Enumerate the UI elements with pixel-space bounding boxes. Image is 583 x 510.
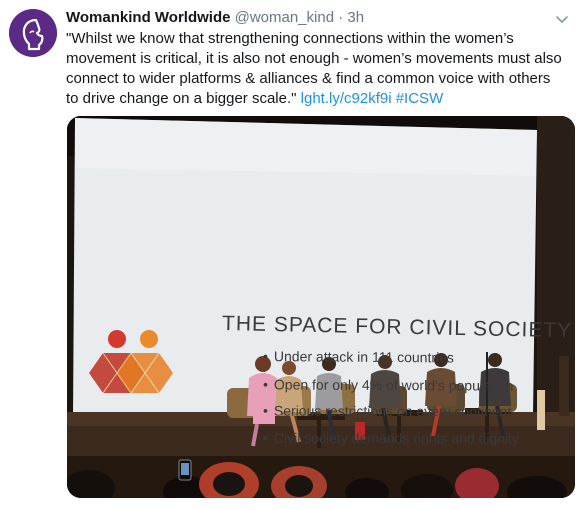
slide-bullet: • Under attack in 111 countries — [263, 346, 519, 375]
tweet-link[interactable]: lght.ly/c92kf9i — [301, 90, 392, 107]
bullet-text: Under attack in 111 countries — [273, 348, 455, 366]
slide-bullet: • Civil society demands rights and dignit… — [263, 428, 519, 455]
slide-bullets: • Under attack in 111 countries • Open for… — [263, 347, 519, 455]
bullet-mark: • — [262, 376, 268, 393]
bullet-text: Serious restrictions on every continent — [273, 402, 512, 420]
slide-bullet: • Open for only 4% of world’s population — [263, 374, 519, 402]
bullet-text: Open for only 4% of world’s population — [273, 376, 514, 394]
tweet-timestamp[interactable]: 3h — [347, 9, 364, 26]
tweet-header: Womankind Worldwide @woman_kind · 3h — [66, 8, 364, 28]
tweet-text: "Whilst we know that strengthening conne… — [66, 29, 566, 109]
womankind-logo-icon — [9, 9, 57, 57]
slide-bullet: • Serious restrictions on every continent — [263, 401, 519, 429]
separator-dot: · — [338, 9, 344, 26]
avatar[interactable] — [9, 9, 57, 57]
tweet-photo[interactable]: THE SPACE FOR CIVIL SOCIETY • Under attac… — [67, 116, 575, 498]
bullet-mark: • — [262, 429, 268, 446]
author-handle[interactable]: @woman_kind — [235, 9, 334, 26]
bullet-text: Civil society demands rights and dignity — [273, 429, 520, 447]
author-name[interactable]: Womankind Worldwide — [66, 9, 230, 26]
chevron-down-icon[interactable] — [553, 10, 571, 28]
bullet-mark: • — [262, 348, 268, 365]
bullet-mark: • — [262, 402, 268, 419]
hashtag-link[interactable]: #ICSW — [396, 90, 444, 107]
